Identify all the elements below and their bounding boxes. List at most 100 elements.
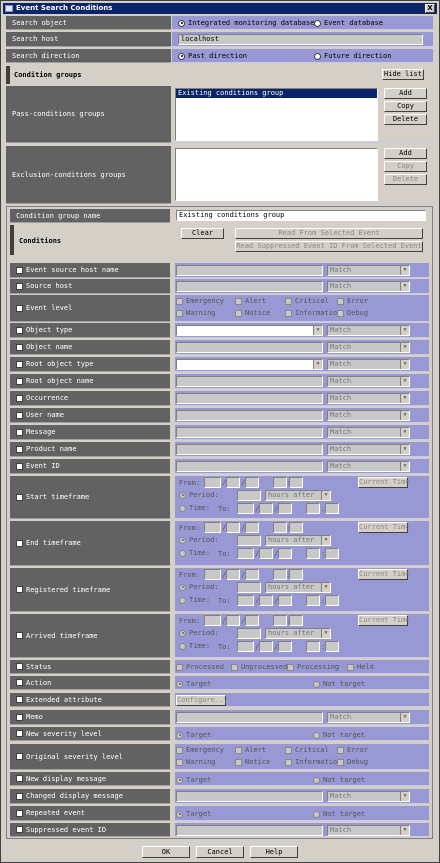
text-field[interactable] [176, 444, 323, 455]
checkbox-event-source-host[interactable] [16, 266, 23, 274]
to-field[interactable] [306, 548, 320, 559]
radio-not-target[interactable]: Not target [313, 731, 365, 739]
text-field[interactable] [176, 461, 323, 472]
from-field[interactable] [204, 569, 221, 580]
period-field[interactable] [237, 490, 261, 501]
to-field[interactable] [259, 548, 273, 559]
text-field[interactable] [176, 825, 323, 836]
from-field[interactable] [245, 522, 259, 533]
checkbox-root-object-type[interactable] [16, 360, 23, 368]
level-checkbox[interactable]: Information [285, 309, 341, 317]
radio-period[interactable]: Period: [179, 536, 219, 544]
from-field[interactable] [226, 522, 240, 533]
hours-after-combo[interactable]: hours after ▼ [265, 490, 331, 501]
level-checkbox[interactable]: Information [285, 758, 341, 766]
level-checkbox[interactable]: Critical [285, 297, 329, 305]
pass-delete-button[interactable]: Delete [384, 114, 427, 125]
ok-button[interactable]: OK [142, 846, 190, 858]
exclusion-conditions-list[interactable] [175, 148, 378, 201]
text-field[interactable] [176, 342, 323, 353]
checkbox-suppressed-event-id[interactable] [16, 826, 23, 833]
level-checkbox[interactable]: Debug [337, 758, 368, 766]
status-checkbox[interactable]: Held [347, 663, 374, 671]
level-checkbox[interactable]: Alert [235, 297, 266, 305]
to-field[interactable] [325, 548, 339, 559]
checkbox-arrived-timeframe[interactable] [16, 632, 23, 639]
match-combo[interactable]: Match ▼ [327, 410, 410, 421]
checkbox-event-id[interactable] [16, 462, 23, 470]
to-field[interactable] [237, 641, 254, 652]
level-checkbox[interactable]: Notice [235, 309, 270, 317]
checkbox-user-name[interactable] [16, 411, 23, 419]
match-combo[interactable]: Match ▼ [327, 825, 410, 836]
from-field[interactable] [204, 615, 221, 626]
from-field[interactable] [289, 615, 303, 626]
checkbox-repeated-event[interactable] [16, 809, 23, 817]
text-field[interactable] [176, 281, 323, 292]
checkbox-source-host[interactable] [16, 282, 23, 290]
level-checkbox[interactable]: Notice [235, 758, 270, 766]
level-checkbox[interactable]: Emergency [176, 297, 224, 305]
from-field[interactable] [245, 477, 259, 488]
excl-add-button[interactable]: Add [384, 148, 427, 159]
read-selected-event-button[interactable]: Read From Selected Event [235, 228, 423, 239]
match-combo[interactable]: Match ▼ [327, 359, 410, 370]
match-combo[interactable]: Match ▼ [327, 393, 410, 404]
level-checkbox[interactable]: Emergency [176, 746, 224, 754]
level-checkbox[interactable]: Error [337, 297, 368, 305]
pass-copy-button[interactable]: Copy [384, 101, 427, 112]
pass-add-button[interactable]: Add [384, 88, 427, 99]
radio-not-target[interactable]: Not target [313, 776, 365, 784]
radio-time[interactable]: Time: [179, 596, 210, 604]
to-field[interactable] [325, 641, 339, 652]
period-field[interactable] [237, 582, 261, 593]
value-combo[interactable]: ▼ [176, 359, 323, 370]
radio-period[interactable]: Period: [179, 583, 219, 591]
checkbox-product-name[interactable] [16, 445, 23, 453]
checkbox-action[interactable] [16, 679, 23, 686]
level-checkbox[interactable]: Error [337, 746, 368, 754]
radio-target[interactable]: Target [176, 776, 211, 784]
to-field[interactable] [278, 641, 292, 652]
checkbox-new-severity[interactable] [16, 730, 23, 737]
excl-copy-button[interactable]: Copy [384, 161, 427, 172]
to-field[interactable] [259, 641, 273, 652]
checkbox-new-display-message[interactable] [16, 775, 23, 782]
cancel-button[interactable]: Cancel [196, 846, 244, 858]
pass-conditions-list[interactable]: Existing conditions group [175, 88, 378, 141]
from-field[interactable] [226, 615, 240, 626]
period-field[interactable] [237, 535, 261, 546]
to-field[interactable] [278, 503, 292, 514]
to-field[interactable] [259, 503, 273, 514]
radio-time[interactable]: Time: [179, 642, 210, 650]
list-item[interactable]: Existing conditions group [176, 89, 377, 98]
match-combo[interactable]: Match ▼ [327, 342, 410, 353]
match-combo[interactable]: Match ▼ [327, 712, 410, 723]
checkbox-memo[interactable] [16, 713, 23, 721]
checkbox-changed-display-message[interactable] [16, 792, 23, 800]
from-field[interactable] [289, 522, 303, 533]
from-field[interactable] [245, 615, 259, 626]
radio-period[interactable]: Period: [179, 491, 219, 499]
from-field[interactable] [226, 477, 240, 488]
hours-after-combo[interactable]: hours after ▼ [265, 628, 331, 639]
hours-after-combo[interactable]: hours after ▼ [265, 582, 331, 593]
status-checkbox[interactable]: Processed [176, 663, 224, 671]
from-field[interactable] [245, 569, 259, 580]
radio-target[interactable]: Target [176, 810, 211, 818]
from-field[interactable] [273, 522, 287, 533]
checkbox-end-timeframe[interactable] [16, 539, 23, 547]
radio-period[interactable]: Period: [179, 629, 219, 637]
from-field[interactable] [226, 569, 240, 580]
excl-delete-button[interactable]: Delete [384, 174, 427, 185]
current-time-button[interactable]: Current Time [358, 615, 410, 626]
text-field[interactable] [176, 410, 323, 421]
level-checkbox[interactable]: Critical [285, 746, 329, 754]
text-field[interactable] [176, 376, 323, 387]
current-time-button[interactable]: Current Time [358, 522, 410, 533]
radio-not-target[interactable]: Not target [313, 810, 365, 818]
to-field[interactable] [325, 595, 339, 606]
to-field[interactable] [325, 503, 339, 514]
hide-list-button[interactable]: Hide list [382, 69, 424, 80]
radio-integrated-db[interactable]: Integrated monitoring database [178, 19, 314, 27]
